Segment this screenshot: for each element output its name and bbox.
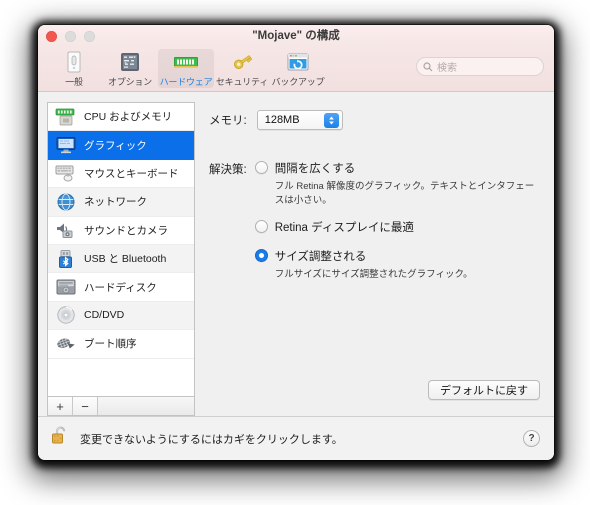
security-key-icon bbox=[230, 50, 254, 74]
sidebar-item-mouse-keyboard[interactable]: マウスとキーボード bbox=[48, 160, 194, 189]
add-device-button[interactable]: + bbox=[48, 397, 73, 415]
sidebar-item-network[interactable]: ネットワーク bbox=[48, 188, 194, 217]
sidebar-item-boot-order[interactable]: ブート順序 bbox=[48, 330, 194, 359]
sidebar-footer: + − bbox=[47, 396, 195, 416]
padlock-open-icon[interactable] bbox=[51, 425, 71, 452]
sidebar-label-sound-camera: サウンドとカメラ bbox=[84, 224, 168, 237]
general-document-icon bbox=[64, 50, 84, 74]
resolution-label: 解決策: bbox=[209, 164, 247, 176]
device-list: CPU およびメモリ グラフィック マウスとキーボード ネットワーク サウンドと… bbox=[47, 102, 195, 396]
close-button[interactable] bbox=[46, 31, 57, 42]
cpu-memory-icon bbox=[54, 106, 78, 128]
help-button[interactable]: ? bbox=[523, 430, 540, 447]
radio-icon-retina-best[interactable] bbox=[254, 220, 268, 233]
sound-camera-icon bbox=[54, 219, 78, 241]
remove-device-button[interactable]: − bbox=[73, 397, 98, 415]
toolbar-label-security: セキュリティ bbox=[215, 77, 269, 87]
toolbar-item-hardware[interactable]: ハードウェア bbox=[158, 49, 214, 88]
sidebar-item-usb-bluetooth[interactable]: USB と Bluetooth bbox=[48, 244, 194, 274]
radio-label-more-space: 間隔を広くする bbox=[274, 163, 356, 175]
window-title: "Mojave" の構成 bbox=[252, 30, 340, 42]
search-icon bbox=[423, 61, 433, 71]
lock-hint-text: 変更できないようにするにはカギをクリックします。 bbox=[80, 433, 343, 446]
title-bar: "Mojave" の構成 bbox=[38, 25, 554, 47]
hardware-memory-icon bbox=[173, 50, 199, 74]
display-icon bbox=[54, 134, 78, 156]
sidebar-label-network: ネットワーク bbox=[84, 196, 147, 209]
hard-disk-icon bbox=[54, 276, 78, 298]
sidebar-item-graphics[interactable]: グラフィック bbox=[48, 131, 194, 160]
backup-window-icon bbox=[286, 50, 310, 74]
network-globe-icon bbox=[54, 191, 78, 213]
toolbar-label-general: 一般 bbox=[65, 77, 83, 87]
radio-desc-scaled: フルサイズにサイズ調整されたグラフィック。 bbox=[274, 269, 473, 280]
resolution-row: 解決策: 間隔を広くする フル Retina 解像度のグラフィック。テキストとイ… bbox=[209, 160, 538, 280]
sidebar-label-boot-order: ブート順序 bbox=[84, 338, 137, 351]
chevron-updown-icon bbox=[323, 113, 339, 128]
radio-icon-scaled[interactable] bbox=[254, 249, 268, 262]
usb-bluetooth-icon bbox=[54, 248, 78, 270]
sidebar-item-cpu-memory[interactable]: CPU およびメモリ bbox=[48, 103, 194, 132]
radio-option-retina-best[interactable]: Retina ディスプレイに最適 bbox=[254, 219, 538, 235]
sidebar-item-cd-dvd[interactable]: CD/DVD bbox=[48, 301, 194, 331]
resolution-options: 間隔を広くする フル Retina 解像度のグラフィック。テキストとインタフェー… bbox=[254, 160, 538, 280]
toolbar-item-security[interactable]: セキュリティ bbox=[214, 49, 270, 88]
minimize-button[interactable] bbox=[65, 31, 76, 42]
sidebar-label-mouse-keyboard: マウスとキーボード bbox=[84, 167, 179, 180]
settings-panel: メモリ: 128MB 解決策: 間隔を広くする フル Retina 解像度のグラ… bbox=[195, 92, 554, 416]
sidebar-label-graphics: グラフィック bbox=[84, 139, 147, 152]
radio-desc-more-space: フル Retina 解像度のグラフィック。テキストとインタフェースは小さい。 bbox=[274, 181, 535, 206]
radio-option-scaled[interactable]: サイズ調整される bbox=[254, 248, 538, 264]
configuration-window: "Mojave" の構成 一般 オプション ハードウェア セキュリティ バックア… bbox=[38, 25, 554, 460]
radio-option-more-space[interactable]: 間隔を広くする bbox=[254, 160, 538, 176]
sidebar-label-hard-disk: ハードディスク bbox=[84, 281, 157, 294]
sidebar-footer-filler bbox=[98, 397, 194, 415]
memory-row: メモリ: 128MB bbox=[209, 110, 538, 130]
toolbar-label-options: オプション bbox=[107, 77, 152, 87]
memory-popup-button[interactable]: 128MB bbox=[256, 110, 343, 130]
toolbar-label-hardware: ハードウェア bbox=[159, 77, 213, 87]
toolbar-label-backup: バックアップ bbox=[271, 77, 325, 87]
sidebar-label-cd-dvd: CD/DVD bbox=[84, 309, 125, 322]
cd-dvd-icon bbox=[54, 304, 78, 326]
memory-value: 128MB bbox=[264, 114, 300, 126]
options-circuit-icon bbox=[119, 50, 141, 74]
toolbar-item-options[interactable]: オプション bbox=[102, 49, 158, 88]
sidebar-label-usb-bluetooth: USB と Bluetooth bbox=[84, 253, 167, 266]
toolbar: 一般 オプション ハードウェア セキュリティ バックアップ 検索 bbox=[38, 47, 554, 92]
boot-order-icon bbox=[54, 333, 78, 355]
sidebar: CPU およびメモリ グラフィック マウスとキーボード ネットワーク サウンドと… bbox=[38, 92, 195, 416]
search-placeholder: 検索 bbox=[437, 63, 457, 74]
restore-defaults-button[interactable]: デフォルトに戻す bbox=[428, 380, 540, 400]
window-body: CPU およびメモリ グラフィック マウスとキーボード ネットワーク サウンドと… bbox=[38, 92, 554, 416]
search-field[interactable]: 検索 bbox=[416, 57, 544, 76]
radio-icon-more-space[interactable] bbox=[254, 161, 268, 174]
toolbar-item-backup[interactable]: バックアップ bbox=[270, 49, 326, 88]
sidebar-item-sound-camera[interactable]: サウンドとカメラ bbox=[48, 217, 194, 245]
sidebar-item-hard-disk[interactable]: ハードディスク bbox=[48, 273, 194, 302]
window-controls bbox=[46, 31, 95, 42]
toolbar-item-general[interactable]: 一般 bbox=[46, 49, 102, 88]
memory-label: メモリ: bbox=[209, 115, 247, 127]
radio-label-retina-best: Retina ディスプレイに最適 bbox=[274, 222, 414, 234]
sidebar-label-cpu-memory: CPU およびメモリ bbox=[84, 111, 173, 124]
zoom-button[interactable] bbox=[84, 31, 95, 42]
radio-label-scaled: サイズ調整される bbox=[274, 251, 367, 263]
footer-bar: 変更できないようにするにはカギをクリックします。 ? bbox=[38, 416, 554, 460]
keyboard-mouse-icon bbox=[54, 162, 78, 184]
